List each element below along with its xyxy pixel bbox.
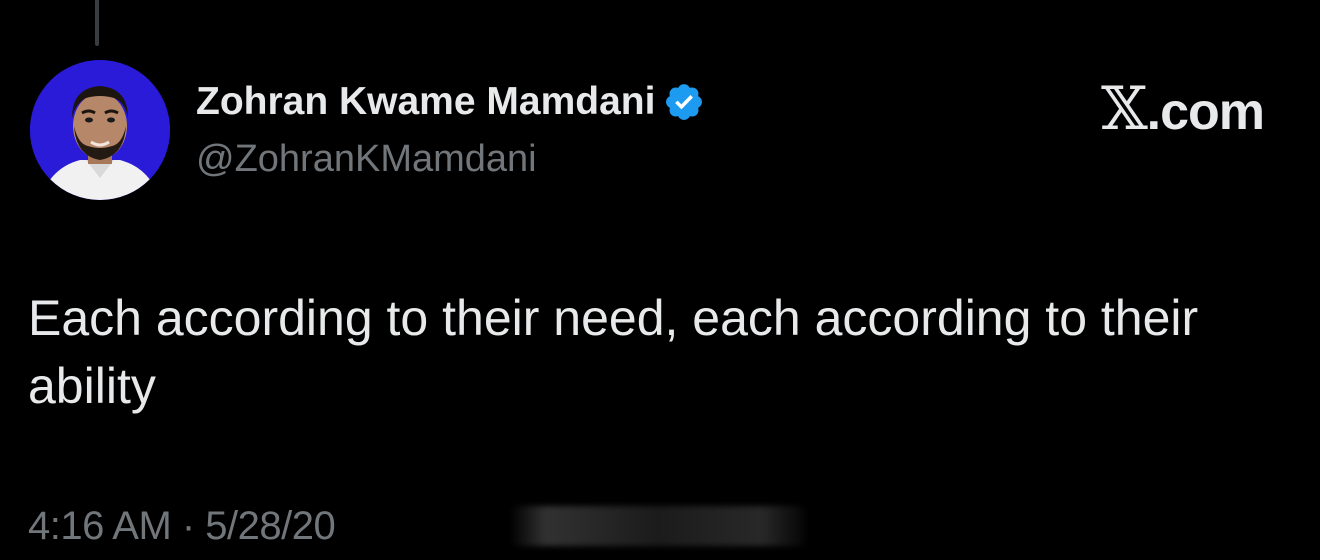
thread-connector-line (95, 0, 99, 46)
blurred-region (510, 506, 806, 546)
author-display-name[interactable]: Zohran Kwame Mamdani (196, 80, 655, 124)
verified-badge-icon[interactable] (663, 81, 705, 123)
brand-domain-label: .com (1146, 83, 1265, 141)
author-name-row: Zohran Kwame Mamdani (196, 78, 705, 126)
avatar[interactable] (30, 60, 170, 200)
author-handle[interactable]: @ZohranKMamdani (196, 138, 537, 181)
tweet-timestamp[interactable]: 4:16 AM · 5/28/20 (28, 504, 336, 549)
x-logo-icon: 𝕏 (1101, 74, 1148, 144)
brand-logo[interactable]: 𝕏.com (1101, 74, 1265, 144)
avatar-portrait (30, 60, 170, 200)
tweet-text: Each according to their need, each accor… (28, 290, 1199, 414)
